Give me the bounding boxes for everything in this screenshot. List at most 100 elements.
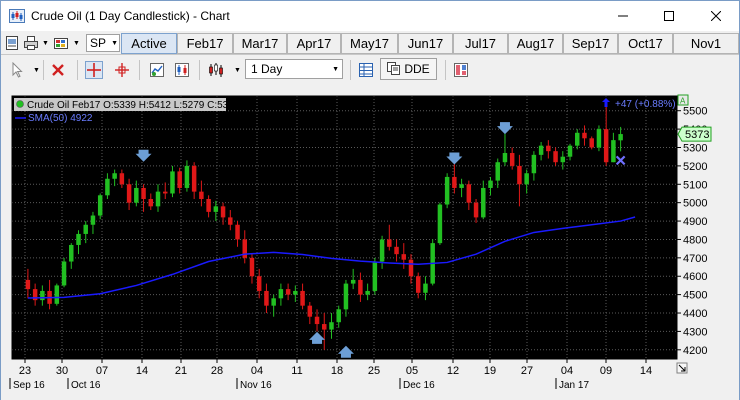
candle-down[interactable] bbox=[314, 316, 320, 325]
candle-up[interactable] bbox=[40, 290, 45, 301]
candle-up[interactable] bbox=[524, 173, 529, 185]
candle-up[interactable] bbox=[379, 239, 385, 262]
indicators-button[interactable] bbox=[148, 61, 166, 79]
candle-down[interactable] bbox=[235, 224, 240, 240]
symbol-selector[interactable]: SP ▼ bbox=[86, 34, 120, 52]
candle-down[interactable] bbox=[452, 176, 457, 188]
tab-feb17[interactable]: Feb17 bbox=[177, 33, 233, 54]
tab-jul17[interactable]: Jul17 bbox=[453, 33, 508, 54]
candle-up[interactable] bbox=[618, 134, 623, 141]
compare-button[interactable] bbox=[173, 61, 191, 79]
candle-up[interactable] bbox=[83, 224, 88, 234]
layout-button[interactable] bbox=[452, 61, 470, 79]
candle-down[interactable] bbox=[264, 290, 269, 306]
candle-down[interactable] bbox=[25, 279, 31, 290]
candle-down[interactable] bbox=[387, 239, 392, 247]
candle-down[interactable] bbox=[415, 276, 421, 293]
candle-up[interactable] bbox=[329, 322, 334, 330]
tab-oct17[interactable]: Oct17 bbox=[618, 33, 673, 54]
candle-up[interactable] bbox=[444, 176, 450, 205]
candle-down[interactable] bbox=[394, 246, 399, 255]
candle-up[interactable] bbox=[105, 178, 110, 196]
candle-down[interactable] bbox=[220, 206, 226, 218]
candle-down[interactable] bbox=[285, 289, 291, 295]
candle-up[interactable] bbox=[69, 244, 74, 262]
candle-down[interactable] bbox=[199, 191, 204, 199]
pointer-tool-button[interactable] bbox=[8, 61, 26, 79]
candle-down[interactable] bbox=[228, 217, 233, 225]
candle-down[interactable] bbox=[517, 165, 522, 185]
candle-down[interactable] bbox=[249, 257, 255, 277]
candle-up[interactable] bbox=[134, 187, 139, 203]
candle-down[interactable] bbox=[256, 276, 262, 291]
candle-up[interactable] bbox=[278, 289, 284, 299]
candle-up[interactable] bbox=[293, 290, 298, 295]
tab-apr17[interactable]: Apr17 bbox=[287, 33, 341, 54]
candle-down[interactable] bbox=[473, 202, 479, 218]
candle-up[interactable] bbox=[90, 215, 96, 225]
candlestick-chart[interactable]: 4200 4300 4400 4500 4600 4700 4800 4900 5000 5100… bbox=[1, 87, 739, 400]
candle-down[interactable] bbox=[322, 324, 327, 330]
candle-down[interactable] bbox=[162, 191, 168, 194]
candle-up[interactable] bbox=[531, 154, 537, 174]
candle-down[interactable] bbox=[177, 171, 182, 188]
candle-up[interactable] bbox=[611, 140, 616, 163]
print-dropdown-arrow[interactable]: ▼ bbox=[41, 34, 50, 52]
close-button[interactable] bbox=[693, 1, 739, 31]
tab-nov1[interactable]: Nov1 bbox=[673, 33, 739, 54]
data-table-button[interactable] bbox=[357, 61, 375, 79]
candle-up[interactable] bbox=[97, 195, 103, 216]
candle-up[interactable] bbox=[54, 285, 60, 304]
candle-up[interactable] bbox=[481, 187, 486, 218]
candle-up[interactable] bbox=[76, 233, 81, 245]
candle-down[interactable] bbox=[119, 173, 125, 185]
candle-up[interactable] bbox=[112, 173, 117, 179]
candle-down[interactable] bbox=[307, 305, 313, 317]
chart-type-button[interactable] bbox=[208, 61, 226, 79]
candle-down[interactable] bbox=[401, 254, 407, 260]
candle-up[interactable] bbox=[170, 171, 175, 194]
period-selector[interactable]: 1 Day ▼ bbox=[245, 59, 343, 79]
candle-up[interactable] bbox=[365, 290, 370, 295]
page-setup-button[interactable] bbox=[3, 34, 21, 52]
chart-area[interactable]: 4200 4300 4400 4500 4600 4700 4800 4900 5000 5100… bbox=[1, 87, 739, 400]
tab-may17[interactable]: May17 bbox=[341, 33, 398, 54]
crosshair-tool-button[interactable] bbox=[85, 61, 103, 79]
candle-up[interactable] bbox=[488, 180, 493, 188]
candle-up[interactable] bbox=[343, 283, 349, 310]
candle-up[interactable] bbox=[423, 283, 428, 293]
candle-up[interactable] bbox=[271, 298, 276, 306]
candle-down[interactable] bbox=[126, 184, 132, 203]
candle-down[interactable] bbox=[148, 198, 154, 207]
tab-jun17[interactable]: Jun17 bbox=[398, 33, 453, 54]
candle-up[interactable] bbox=[184, 165, 190, 188]
candle-up[interactable] bbox=[495, 162, 500, 181]
title-bar[interactable]: Crude Oil (1 Day Candlestick) - Chart bbox=[1, 1, 739, 31]
candle-up[interactable] bbox=[567, 145, 573, 157]
minimize-button[interactable] bbox=[600, 1, 646, 31]
pointer-dropdown-arrow[interactable]: ▼ bbox=[32, 61, 41, 79]
candle-down[interactable] bbox=[408, 259, 414, 277]
candle-down[interactable] bbox=[141, 187, 146, 199]
candle-up[interactable] bbox=[336, 309, 341, 323]
candle-down[interactable] bbox=[300, 290, 305, 306]
candle-down[interactable] bbox=[509, 153, 515, 166]
candle-down[interactable] bbox=[546, 145, 551, 152]
candle-down[interactable] bbox=[191, 165, 197, 192]
delete-drawing-button[interactable] bbox=[49, 61, 67, 79]
candle-up[interactable] bbox=[350, 279, 356, 284]
tab-aug17[interactable]: Aug17 bbox=[508, 33, 563, 54]
candle-up[interactable] bbox=[372, 261, 378, 291]
candle-up[interactable] bbox=[213, 206, 219, 212]
candle-up[interactable] bbox=[538, 145, 544, 155]
tab-active[interactable]: Active bbox=[121, 33, 177, 54]
candle-up[interactable] bbox=[61, 261, 67, 286]
candle-down[interactable] bbox=[582, 132, 587, 139]
cursor-crosshair-button[interactable] bbox=[113, 61, 131, 79]
dde-button[interactable]: DDE bbox=[380, 58, 437, 80]
candle-up[interactable] bbox=[155, 191, 161, 207]
candle-down[interactable] bbox=[589, 138, 594, 148]
candle-up[interactable] bbox=[560, 156, 566, 163]
candle-up[interactable] bbox=[437, 204, 443, 244]
candle-down[interactable] bbox=[553, 151, 558, 163]
